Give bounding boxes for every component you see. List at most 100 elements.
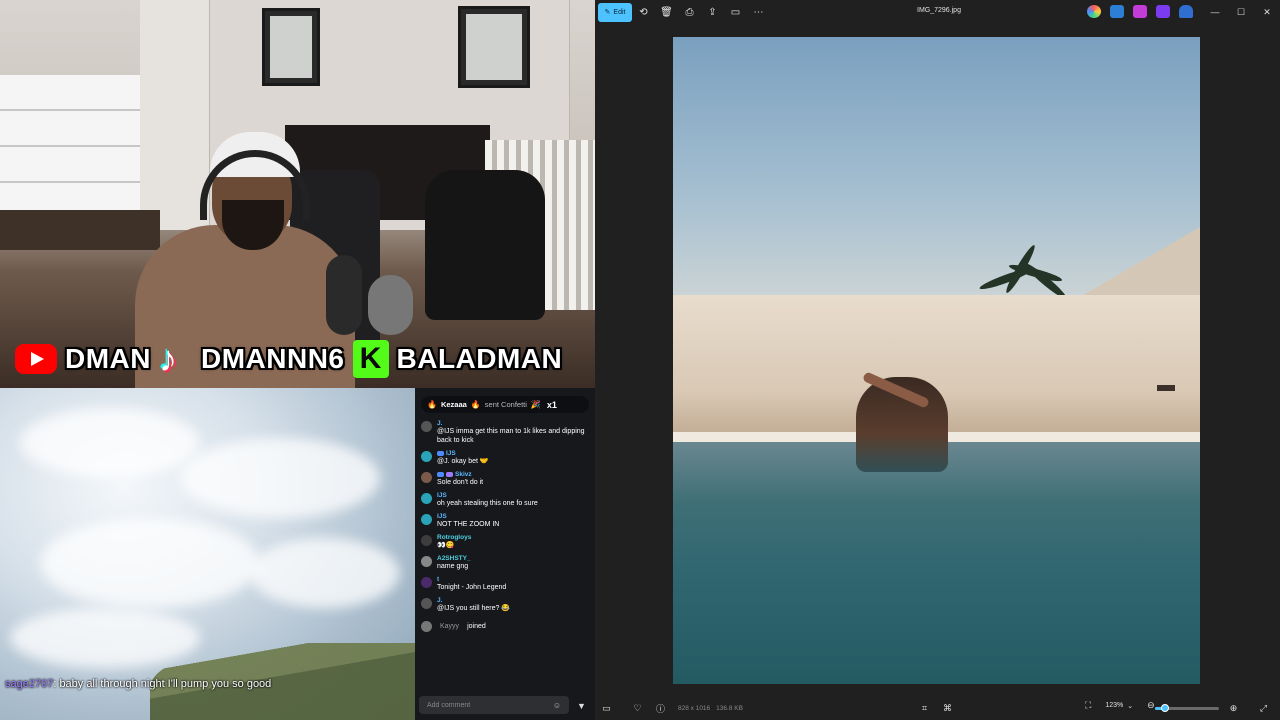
avatar <box>421 493 432 504</box>
youtube-handle: DMAN <box>65 343 151 374</box>
app-icon[interactable] <box>1110 5 1124 18</box>
edit-button[interactable]: ✎ Edit <box>598 2 632 22</box>
delete-button[interactable]: 🗑 <box>655 2 678 22</box>
print-button[interactable]: ⎙ <box>678 2 701 22</box>
chat-username[interactable]: J. <box>437 420 589 427</box>
chat-text: @IJS you still here? 😂 <box>437 605 511 612</box>
comment-input[interactable]: Add comment ☺ <box>419 696 569 714</box>
zoom-in-button[interactable]: ⊕ <box>1222 698 1245 718</box>
chat-username[interactable]: IJS <box>437 492 589 499</box>
social-tiktok: ♪ ♪ ♪ DMANNN6 <box>157 336 345 381</box>
avatar <box>421 472 432 483</box>
avatar <box>421 621 432 632</box>
wall-edge <box>1080 227 1200 297</box>
chevron-down-icon[interactable]: ⌄ <box>1127 702 1133 710</box>
zoom-slider[interactable] <box>1155 704 1219 712</box>
slideshow-button[interactable]: ▭ <box>724 2 747 22</box>
fit-icon[interactable]: ⛶ <box>1085 700 1091 711</box>
info-button[interactable]: ⓘ <box>649 698 672 718</box>
wall-light <box>1157 385 1175 391</box>
chat-username[interactable]: t <box>437 576 589 583</box>
magic-icon: ⌘ <box>943 702 952 713</box>
heart-icon: ♡ <box>633 702 642 713</box>
gift-action: sent Confetti <box>484 400 527 409</box>
cloud-icon[interactable] <box>1179 5 1193 18</box>
zoom-controls: ⛶ 123% ⌄ ⊖ <box>1085 700 1155 711</box>
chat-message: A2SHSTY_ name gng <box>415 552 595 573</box>
social-youtube: DMAN <box>15 343 151 375</box>
storage-boxes <box>0 75 140 220</box>
chat-text: @IJS imma get this man to 1k likes and d… <box>437 428 585 444</box>
tiktok-icon: ♪ ♪ ♪ <box>157 336 179 381</box>
app-icon[interactable] <box>1156 5 1170 18</box>
wall-panel <box>140 0 210 230</box>
photos-app-window: ✎ Edit ⟲ 🗑 ⎙ ⇪ ▭ ⋯ IMG_7296.jpg — ☐ ✕ ▭ … <box>595 0 1280 720</box>
chat-text: oh yeah stealing this one fo sure <box>437 500 538 507</box>
chat-message: IJS @J. okay bet 🤝 <box>415 447 595 468</box>
bottom-statusbar: ▭ ♡ ⓘ 828 x 1016 136.8 KB ⌗ ⌘ ⛶ 123% ⌄ ⊖… <box>595 696 1280 720</box>
zoom-slider-thumb[interactable] <box>1160 704 1169 712</box>
emoji-icon[interactable]: ☺ <box>553 701 561 710</box>
gift-user: Kezaaa <box>440 400 467 409</box>
zoom-out-icon[interactable]: ⊖ <box>1147 700 1155 711</box>
chat-text: NOT THE ZOOM IN <box>437 521 500 528</box>
zoom-level[interactable]: 123% <box>1105 702 1123 709</box>
zoom-in-icon: ⊕ <box>1229 702 1238 713</box>
edit-icon: ✎ <box>604 9 611 16</box>
chat-username[interactable]: Skivz <box>437 471 589 478</box>
filmstrip-button[interactable]: ▭ <box>595 698 618 718</box>
erase-button[interactable]: ⌘ <box>936 698 959 718</box>
chat-username[interactable]: IJS <box>437 450 589 457</box>
overlay-chat-message: sage2707: baby all through night I'll pu… <box>5 678 271 690</box>
join-text: joined <box>467 623 486 630</box>
rotate-button[interactable]: ⟲ <box>632 2 655 22</box>
gift-count: x1 <box>546 399 557 410</box>
chat-username[interactable]: A2SHSTY_ <box>437 555 589 562</box>
pool-water <box>673 442 1200 684</box>
app-icon[interactable] <box>1133 5 1147 18</box>
more-icon: ⋯ <box>753 6 764 18</box>
more-button[interactable]: ⋯ <box>747 2 770 22</box>
desk <box>0 210 160 250</box>
chat-message: J. @IJS you still here? 😂 <box>415 594 595 615</box>
visual-search-button[interactable]: ⌗ <box>913 698 936 718</box>
print-icon: ⎙ <box>685 6 694 18</box>
filter-icon[interactable]: ▼ <box>577 701 587 711</box>
rotate-icon: ⟲ <box>639 6 648 18</box>
slideshow-icon: ▭ <box>730 6 741 18</box>
kick-handle: BALADMAN <box>396 343 563 374</box>
social-kick: BALADMAN <box>352 340 563 378</box>
minimize-button[interactable]: — <box>1202 0 1228 24</box>
chat-message-list: J. @IJS imma get this man to 1k likes an… <box>415 417 595 638</box>
stroller <box>425 170 545 320</box>
chat-message: t Tonight - John Legend <box>415 573 595 594</box>
window-controls: — ☐ ✕ <box>1202 0 1280 24</box>
chat-username[interactable]: J. <box>437 597 589 604</box>
join-notice: Kayyy joined <box>415 615 595 638</box>
maximize-icon: ☐ <box>1236 6 1246 17</box>
app-icon[interactable] <box>1087 5 1101 18</box>
chat-username[interactable]: IJS <box>437 513 589 520</box>
avatar <box>421 421 432 432</box>
cloud <box>180 438 380 518</box>
share-button[interactable]: ⇪ <box>701 2 724 22</box>
cloud <box>10 608 200 668</box>
chat-username[interactable]: Rotrogloys <box>437 534 589 541</box>
maximize-button[interactable]: ☐ <box>1228 0 1254 24</box>
photo-canvas[interactable] <box>673 37 1200 684</box>
favorite-button[interactable]: ♡ <box>626 698 649 718</box>
social-handles-bar: DMAN ♪♪♪ DMANNN6 BALADMAN <box>15 338 562 380</box>
close-button[interactable]: ✕ <box>1254 0 1280 24</box>
avatar <box>421 577 432 588</box>
share-icon: ⇪ <box>708 6 717 18</box>
join-user: Kayyy <box>440 623 460 630</box>
badge-icon <box>446 471 453 477</box>
image-dimensions: 828 x 1016 <box>678 704 711 712</box>
wall-frame <box>262 8 320 86</box>
fullscreen-button[interactable]: ⤢ <box>1252 698 1275 718</box>
flame-icon: 🔥 <box>427 400 437 409</box>
chat-text: Sole don't do it <box>437 479 484 486</box>
cloud <box>20 408 200 478</box>
webcam-feed: DMAN ♪♪♪ DMANNN6 BALADMAN <box>0 0 595 388</box>
chat-text: @J. okay bet 🤝 <box>437 458 489 465</box>
